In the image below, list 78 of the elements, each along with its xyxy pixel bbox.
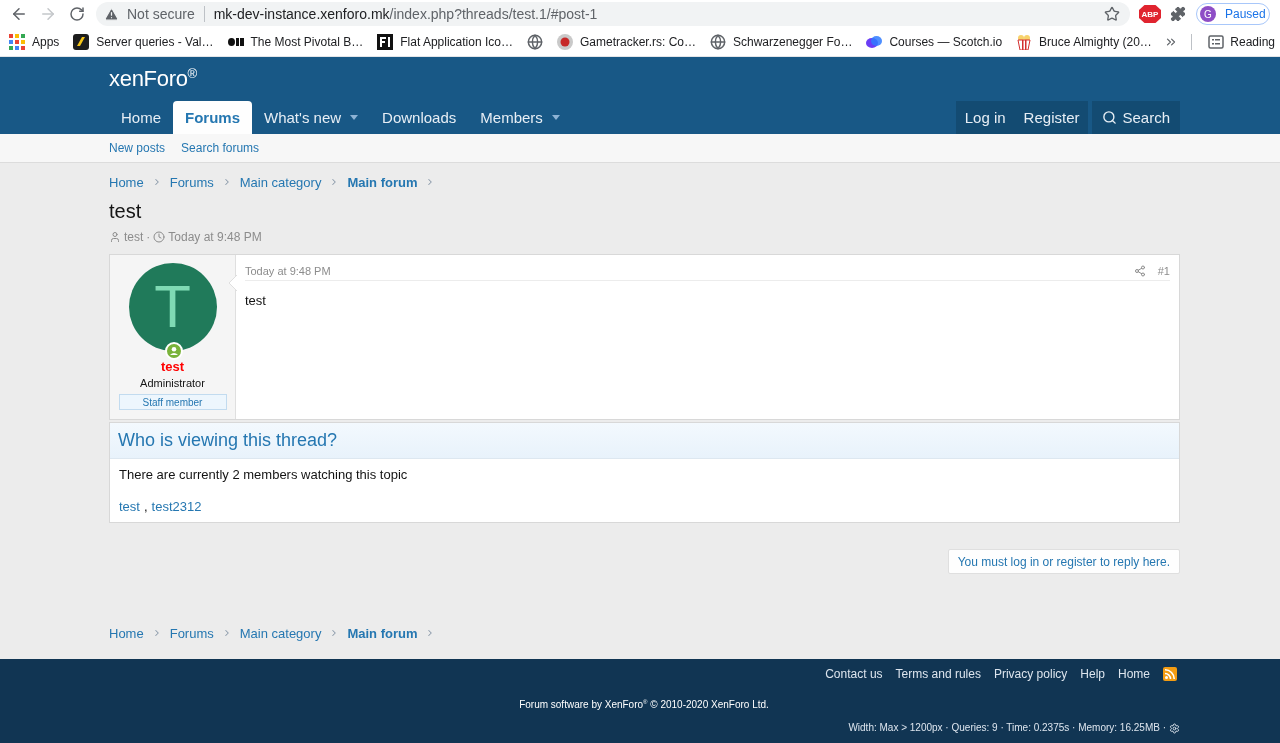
breadcrumb-link[interactable]: Home: [109, 174, 144, 190]
disc-icon: [556, 34, 573, 50]
tile-icon: [377, 34, 394, 50]
sub-nav-link[interactable]: Search forums: [181, 141, 260, 155]
url-text: mk-dev-instance.xenforo.mk/index.php?threads/test.1/#post-1: [213, 6, 598, 22]
reply-login-button[interactable]: You must log in or register to reply here.: [947, 549, 1180, 574]
nav-tab[interactable]: Home: [109, 101, 173, 134]
post-date[interactable]: Today at 9:48 PM: [245, 264, 331, 277]
caret-icon: [551, 115, 560, 120]
list-separator: ,: [143, 498, 148, 516]
puzzle-icon: [1170, 6, 1186, 22]
user-title: Administrator: [140, 376, 205, 391]
site-logo[interactable]: xenForo$^{®}$: [109, 66, 198, 92]
breadcrumb-link[interactable]: Main category: [239, 174, 322, 190]
bookmark-item[interactable]: Schwarzenegger Fo…: [704, 30, 861, 54]
bookmark-item[interactable]: Bruce Almighty (20…: [1010, 30, 1160, 54]
bookmark-item[interactable]: Courses — Scotch.io: [860, 30, 1011, 54]
globe-icon: [710, 34, 726, 50]
breadcrumb-link[interactable]: Main forum: [347, 174, 418, 190]
viewers-summary: There are currently 2 members watching this topic: [119, 466, 408, 484]
security-label[interactable]: Not secure: [127, 6, 195, 22]
account-link[interactable]: Log in: [955, 101, 1015, 134]
member-link[interactable]: test: [119, 498, 140, 516]
footer-link[interactable]: Privacy policy: [993, 666, 1068, 681]
copyright-text: Forum software by XenForo$^{®}$ © 2010-2020 XenForo Ltd.: [519, 698, 769, 712]
profile-avatar: G: [1200, 6, 1216, 22]
breadcrumb-link[interactable]: Main forum: [347, 625, 418, 641]
rss-icon[interactable]: [1163, 666, 1177, 681]
breadcrumb-link[interactable]: Home: [109, 625, 144, 641]
caret-icon: [350, 115, 359, 120]
viewers-heading: Who is viewing this thread?: [110, 423, 1179, 459]
bookmark-item[interactable]: Server queries - Val…: [67, 30, 222, 54]
staff-banner: Staff member: [118, 394, 227, 410]
tile-icon: [73, 34, 90, 50]
warning-icon: [104, 6, 119, 22]
footer-link[interactable]: Home: [1118, 666, 1150, 681]
reload-icon: [68, 6, 85, 22]
apps-button[interactable]: Apps: [3, 30, 68, 54]
post-body: test: [245, 292, 266, 309]
post-number-link[interactable]: #1: [1157, 264, 1170, 277]
nav-tab[interactable]: Forums: [173, 101, 253, 134]
account-link[interactable]: Register: [1014, 101, 1089, 134]
member-link[interactable]: test2312: [151, 498, 202, 516]
debug-info: Width: Max > 1200px · Queries: 9 · Time: 0.2375s · Memory: 16.25MB ·: [848, 721, 1166, 735]
footer-link[interactable]: Help: [1080, 666, 1105, 681]
grid-icon: [9, 34, 25, 50]
address-bar[interactable]: Not secure mk-dev-instance.xenforo.mk/index.php?threads/test.1/#post-1: [96, 2, 1130, 26]
nav-tab[interactable]: What's new: [252, 101, 371, 134]
bookmark-item[interactable]: Gametracker.rs: Co…: [550, 30, 704, 54]
footer-link[interactable]: Terms and rules: [895, 666, 981, 681]
breadcrumb-link[interactable]: Forums: [169, 625, 214, 641]
search-button[interactable]: Search: [1092, 101, 1180, 134]
reading-list-button[interactable]: Reading: [1200, 34, 1275, 50]
list-icon: [1208, 34, 1225, 50]
thread-title: test: [109, 199, 142, 223]
adblock-button[interactable]: ABP: [1139, 5, 1161, 23]
bookmark-item[interactable]: The Most Pivotal B…: [221, 30, 372, 54]
globe-icon: [526, 34, 543, 50]
star-icon[interactable]: [1104, 6, 1120, 22]
sub-nav-link[interactable]: New posts: [109, 141, 166, 155]
popcorn-icon: [1016, 34, 1033, 50]
settings-icon[interactable]: [1169, 722, 1180, 734]
user-icon: [109, 231, 121, 243]
clock-icon: [153, 231, 166, 243]
username-link[interactable]: test: [160, 359, 185, 375]
logo-icon: [227, 38, 244, 46]
blob-icon: [866, 34, 883, 50]
footer-link[interactable]: Contact us: [825, 666, 883, 681]
share-icon[interactable]: [1133, 264, 1146, 277]
nav-tab[interactable]: Downloads: [370, 101, 469, 134]
nav-tab[interactable]: Members: [468, 101, 572, 134]
profile-button[interactable]: G Paused: [1196, 3, 1270, 25]
extensions-button[interactable]: [1170, 6, 1186, 22]
breadcrumb-link[interactable]: Forums: [169, 174, 214, 190]
breadcrumb-link[interactable]: Main category: [239, 625, 322, 641]
search-icon: [1102, 110, 1118, 125]
meta-separator: ·: [146, 230, 151, 244]
bookmark-item[interactable]: Flat Application Ico…: [371, 30, 521, 54]
